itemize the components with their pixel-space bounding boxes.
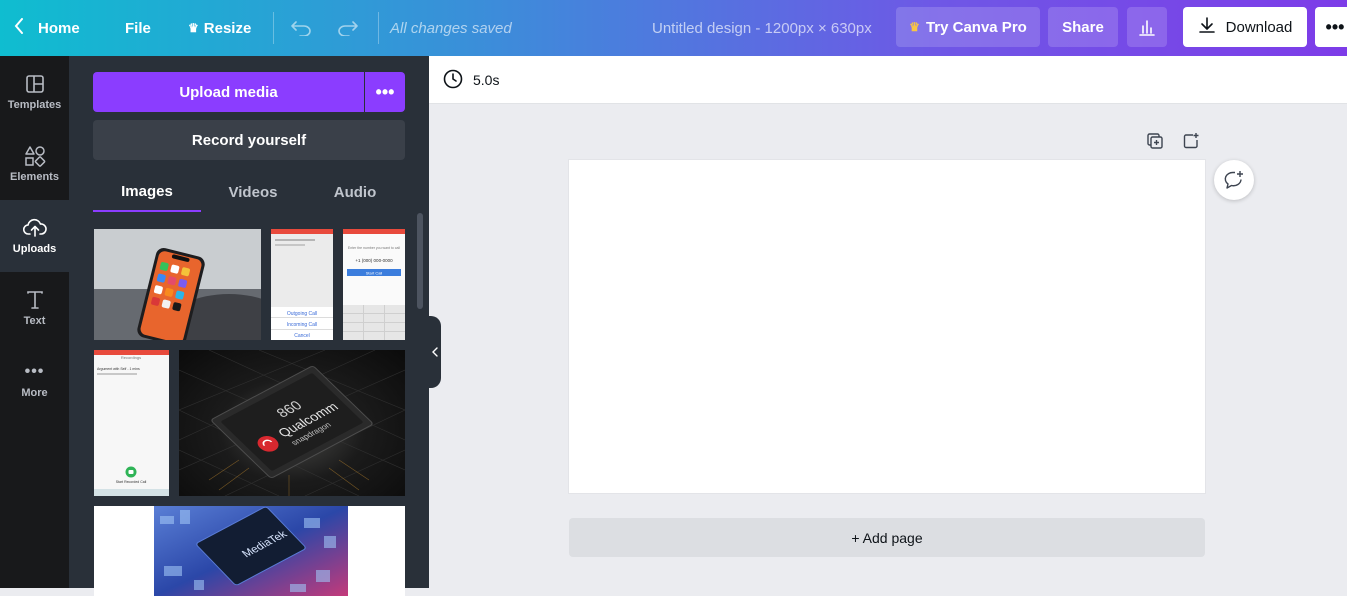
file-menu-button[interactable]: File (125, 0, 151, 56)
call-option-label: Incoming Call (287, 322, 317, 328)
download-icon (1198, 16, 1216, 38)
more-dots-icon: ••• (24, 363, 45, 380)
home-button[interactable]: Home (14, 0, 80, 56)
share-button[interactable]: Share (1048, 7, 1118, 47)
tab-audio[interactable]: Audio (305, 172, 405, 212)
text-icon (26, 289, 44, 311)
upload-thumbnail-phone-photo[interactable] (94, 229, 261, 340)
sidebar-item-label: Elements (10, 171, 59, 183)
panel-scrollbar[interactable] (417, 213, 423, 309)
duplicate-icon (1147, 133, 1163, 149)
redo-icon (338, 21, 358, 36)
sidebar-item-label: More (21, 387, 48, 399)
add-comment-button[interactable] (1214, 160, 1254, 200)
insights-button[interactable] (1127, 7, 1167, 47)
duration-control[interactable]: 5.0s (443, 56, 499, 104)
dialer-start-call: Start Call (366, 271, 383, 276)
phone-photo-image (94, 229, 261, 340)
upload-options-button[interactable]: ••• (365, 72, 405, 112)
bar-chart-icon (1139, 20, 1155, 36)
upload-cloud-icon (22, 217, 47, 239)
media-tabs: Images Videos Audio (93, 172, 405, 212)
call-screen-image: Outgoing Call Incoming Call Cancel (271, 229, 333, 340)
more-dots-icon: ••• (1325, 16, 1345, 37)
sidebar-item-label: Uploads (12, 243, 57, 255)
clock-icon (443, 69, 463, 92)
uploads-panel: Upload media ••• Record yourself Images … (69, 56, 429, 596)
dialer-screen-image: Enter the number you want to call +1 (00… (343, 229, 405, 340)
snapdragon-chip-image: 860 Qualcomm snapdragon (179, 350, 405, 496)
toolbar-divider (273, 12, 274, 44)
tab-videos[interactable]: Videos (201, 172, 305, 212)
sidebar-item-elements[interactable]: Elements (0, 128, 69, 200)
collapse-panel-handle[interactable] (428, 316, 441, 388)
editor-toolbar: 5.0s (429, 56, 1347, 104)
duplicate-page-button[interactable] (1145, 131, 1165, 151)
add-page-icon-button[interactable] (1181, 131, 1201, 151)
top-bar: Home File ♛ Resize All changes saved Unt… (0, 0, 1347, 56)
crown-icon: ♛ (188, 21, 199, 35)
recording-start-label: Start Recorded Call (116, 480, 147, 484)
resize-button[interactable]: ♛ Resize (188, 0, 251, 56)
recordings-title: Recordings (121, 355, 141, 360)
recording-item: Argument with Self - 1 mins (97, 367, 140, 371)
templates-icon (25, 73, 45, 95)
page-actions (1145, 131, 1201, 151)
comment-add-icon (1224, 171, 1243, 189)
add-page-button[interactable]: + Add page (569, 518, 1205, 557)
resize-label: Resize (203, 19, 252, 37)
duration-value: 5.0s (473, 72, 500, 88)
redo-button[interactable] (337, 0, 359, 56)
upload-thumbnail-mediatek-chip[interactable]: MediaTek (94, 506, 405, 596)
mediatek-chip-image: MediaTek (94, 506, 405, 596)
chevron-left-icon (14, 17, 24, 40)
add-page-icon (1183, 133, 1199, 149)
upload-thumbnail-recordings-screen[interactable]: Recordings Argument with Self - 1 mins S… (94, 350, 169, 496)
elements-icon (24, 145, 46, 167)
download-label: Download (1225, 18, 1293, 36)
recordings-screen-image: Recordings Argument with Self - 1 mins S… (94, 350, 169, 496)
call-option-label: Cancel (294, 333, 310, 339)
design-canvas[interactable] (569, 160, 1205, 493)
save-status: All changes saved (390, 19, 512, 37)
more-dots-icon: ••• (375, 81, 395, 102)
record-yourself-button[interactable]: Record yourself (93, 120, 405, 160)
sidebar-item-text[interactable]: Text (0, 272, 69, 344)
download-button[interactable]: Download (1183, 7, 1307, 47)
dialer-number: +1 (000) 000-0000 (355, 258, 393, 263)
design-title[interactable]: Untitled design - 1200px × 630px (652, 0, 872, 56)
upload-thumbnail-dialer-screen[interactable]: Enter the number you want to call +1 (00… (343, 229, 405, 340)
left-nav: Templates Elements Uploads Text ••• More (0, 56, 69, 588)
sidebar-item-uploads[interactable]: Uploads (0, 200, 69, 272)
upload-thumbnail-snapdragon-chip[interactable]: 860 Qualcomm snapdragon (179, 350, 405, 496)
crown-icon: ♛ (909, 20, 920, 34)
sidebar-item-more[interactable]: ••• More (0, 344, 69, 416)
undo-icon (291, 21, 311, 36)
undo-button[interactable] (290, 0, 312, 56)
chevron-left-icon (431, 347, 438, 357)
sidebar-item-templates[interactable]: Templates (0, 56, 69, 128)
try-canva-pro-button[interactable]: ♛ Try Canva Pro (896, 7, 1040, 47)
upload-thumbnail-call-screen[interactable]: Outgoing Call Incoming Call Cancel (271, 229, 333, 340)
upload-media-button[interactable]: Upload media (93, 72, 364, 112)
home-label: Home (38, 19, 80, 37)
call-option-label: Outgoing Call (287, 311, 317, 317)
dialer-instruction: Enter the number you want to call (348, 246, 400, 250)
tab-images[interactable]: Images (93, 172, 201, 212)
sidebar-item-label: Text (23, 315, 46, 327)
more-options-button[interactable]: ••• (1315, 7, 1347, 47)
sidebar-item-label: Templates (7, 99, 62, 111)
try-pro-label: Try Canva Pro (925, 18, 1027, 36)
toolbar-divider (378, 12, 379, 44)
